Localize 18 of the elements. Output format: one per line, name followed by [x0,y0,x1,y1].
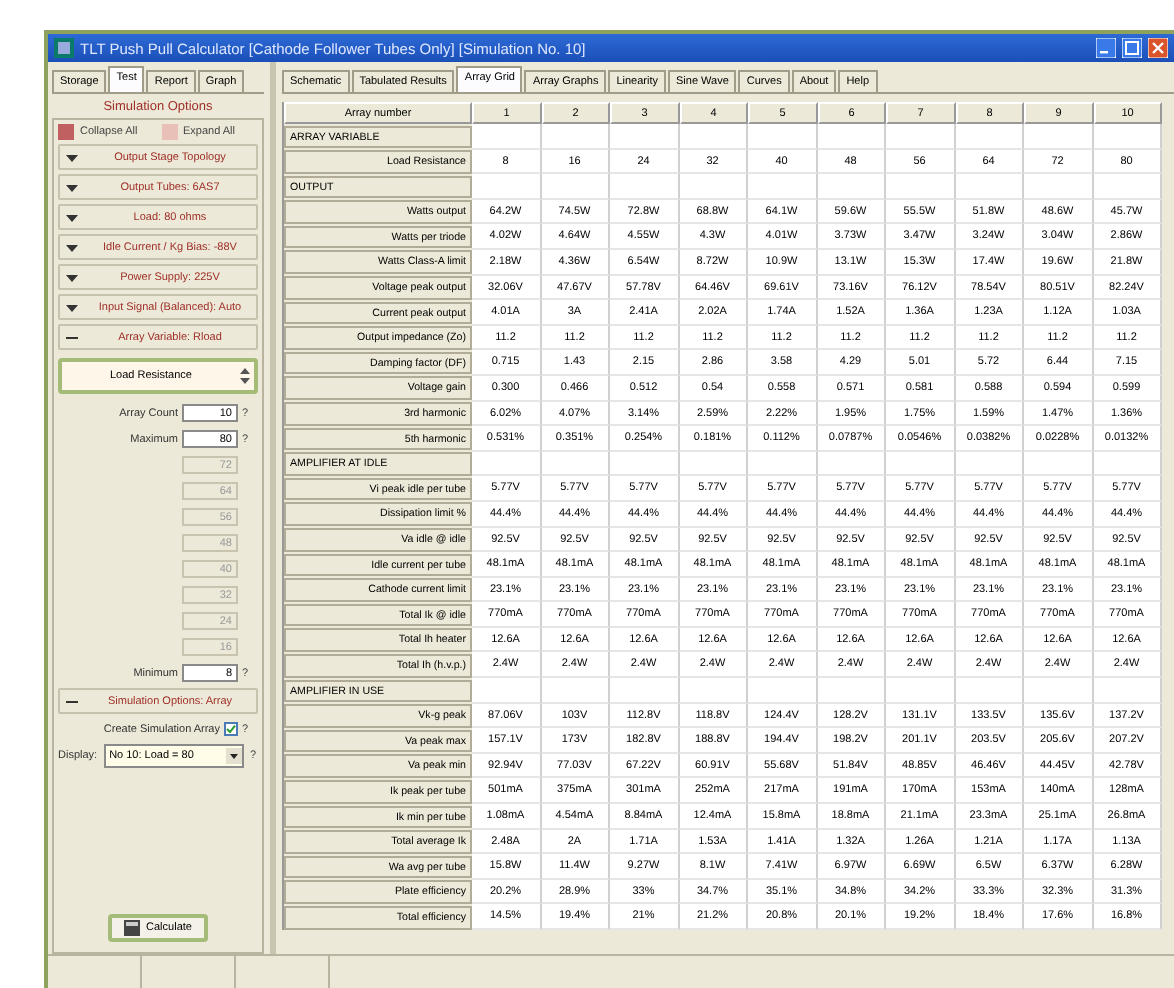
close-icon[interactable] [1148,38,1168,58]
square-icon [58,124,74,140]
expand-icon [66,211,78,223]
square-icon [161,124,177,140]
expand-icon [66,151,78,163]
collapse-icon [66,331,78,343]
calculator-icon [124,920,141,936]
minimize-icon[interactable] [1096,38,1116,58]
maximize-icon[interactable] [1122,38,1142,58]
expand-icon [66,301,78,313]
expand-icon [66,241,78,253]
spin-icon [240,366,250,386]
checkbox[interactable] [224,722,238,736]
expand-icon [66,271,78,283]
collapse-icon [66,695,78,707]
expand-icon [66,181,78,193]
app-icon [54,38,74,58]
caret-icon [226,748,242,764]
